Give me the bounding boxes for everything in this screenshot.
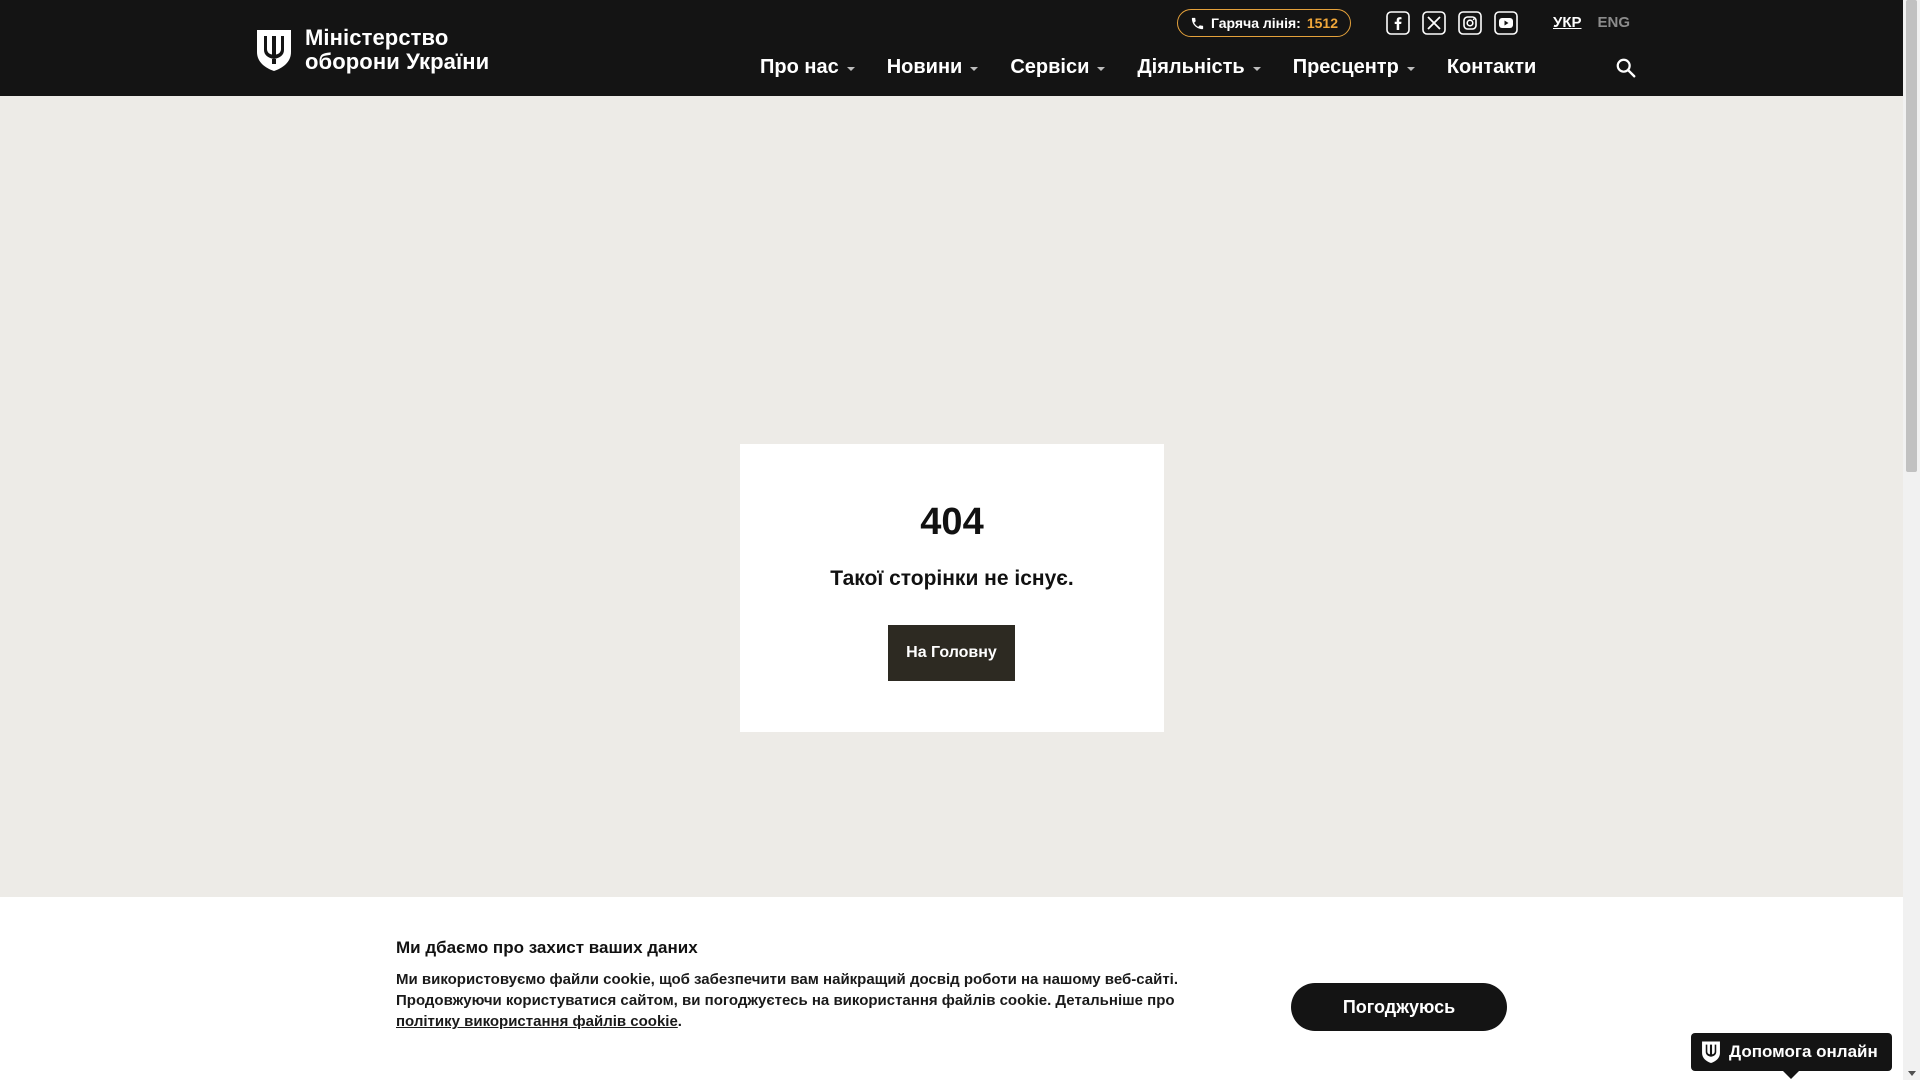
cookie-title: Ми дбаємо про захист ваших даних [396, 938, 698, 957]
nav-label: Діяльність [1137, 56, 1245, 78]
instagram-link[interactable] [1458, 11, 1482, 35]
error-code: 404 [920, 501, 984, 543]
logo-text: Міністерство оборони України [305, 26, 489, 74]
cookie-text-line-1: Ми використовуємо файли cookie, щоб забе… [396, 971, 1179, 988]
language-switcher: УКР ENG [1553, 14, 1630, 31]
page: Міністерство оборони України Гаряча ліні… [0, 0, 1920, 1080]
caret-down-icon [1097, 66, 1106, 71]
cookie-banner: Ми дбаємо про захист ваших даних Ми вико… [0, 897, 1903, 1080]
home-button[interactable]: На Головну [888, 625, 1015, 681]
nav-label: Новини [886, 56, 963, 78]
caret-down-icon [846, 66, 855, 71]
caret-down-icon [1406, 66, 1415, 71]
trident-shield-icon [257, 30, 291, 71]
trident-shield-icon [1702, 1041, 1720, 1064]
nav-label: Про нас [760, 56, 839, 78]
cookie-text-line-3: політику використання файлів cookie. [396, 1011, 1256, 1032]
vertical-scrollbar[interactable] [1903, 0, 1920, 1080]
logo-line-2: оборони України [305, 49, 490, 74]
nav-label: Пресцентр [1292, 56, 1399, 78]
social-links [1386, 11, 1518, 35]
nav-item-services[interactable]: Сервіси [1010, 56, 1106, 79]
site-header: Міністерство оборони України Гаряча ліні… [0, 0, 1903, 96]
caret-down-icon [970, 66, 979, 71]
help-online-button[interactable]: Допомога онлайн [1691, 1033, 1892, 1079]
error-message: Такої сторінки не існує. [830, 567, 1074, 590]
phone-icon [1191, 17, 1204, 29]
nav-label: Контакти [1446, 56, 1537, 78]
nav-item-about[interactable]: Про нас [760, 56, 855, 79]
scroll-down-arrow-icon[interactable] [1908, 1071, 1916, 1076]
x-twitter-link[interactable] [1422, 11, 1446, 35]
youtube-link[interactable] [1494, 11, 1518, 35]
search-icon [1616, 58, 1636, 78]
hotline-button[interactable]: Гаряча лінія: 1512 [1177, 9, 1351, 37]
error-card: 404 Такої сторінки не існує. На Головну [740, 444, 1164, 732]
nav-item-contacts[interactable]: Контакти [1447, 56, 1537, 79]
nav-item-activity[interactable]: Діяльність [1137, 56, 1261, 79]
instagram-icon [1458, 11, 1482, 35]
search-button[interactable] [1615, 57, 1639, 81]
cookie-link-suffix: . [677, 1013, 682, 1030]
logo-line-1: Міністерство [305, 25, 449, 50]
lang-eng[interactable]: ENG [1598, 14, 1631, 31]
nav-label: Сервіси [1010, 56, 1090, 78]
nav-item-press-center[interactable]: Пресцентр [1293, 56, 1415, 79]
help-online-label: Допомога онлайн [1729, 1042, 1878, 1061]
caret-down-icon [1252, 66, 1261, 71]
facebook-icon [1386, 11, 1410, 35]
lang-ukr[interactable]: УКР [1553, 14, 1582, 31]
cookie-agree-button[interactable]: Погоджуюсь [1291, 983, 1507, 1031]
hotline-number: 1512 [1306, 15, 1338, 31]
main-nav: Про нас Новини Сервіси Діяльність Пресце… [760, 56, 1536, 79]
cookie-text: Ми використовуємо файли cookie, щоб забе… [396, 969, 1256, 1032]
x-twitter-icon [1422, 11, 1446, 35]
hotline-label: Гаряча лінія: [1211, 15, 1301, 31]
facebook-link[interactable] [1386, 11, 1410, 35]
cookie-text-line-2: Продовжуючи користуватися сайтом, ви пог… [396, 992, 1175, 1009]
scrollbar-thumb[interactable] [1906, 0, 1917, 472]
ministry-logo[interactable]: Міністерство оборони України [255, 26, 489, 74]
youtube-icon [1494, 11, 1518, 35]
cookie-policy-link[interactable]: політику використання файлів cookie [396, 1013, 678, 1030]
nav-item-news[interactable]: Новини [887, 56, 979, 79]
